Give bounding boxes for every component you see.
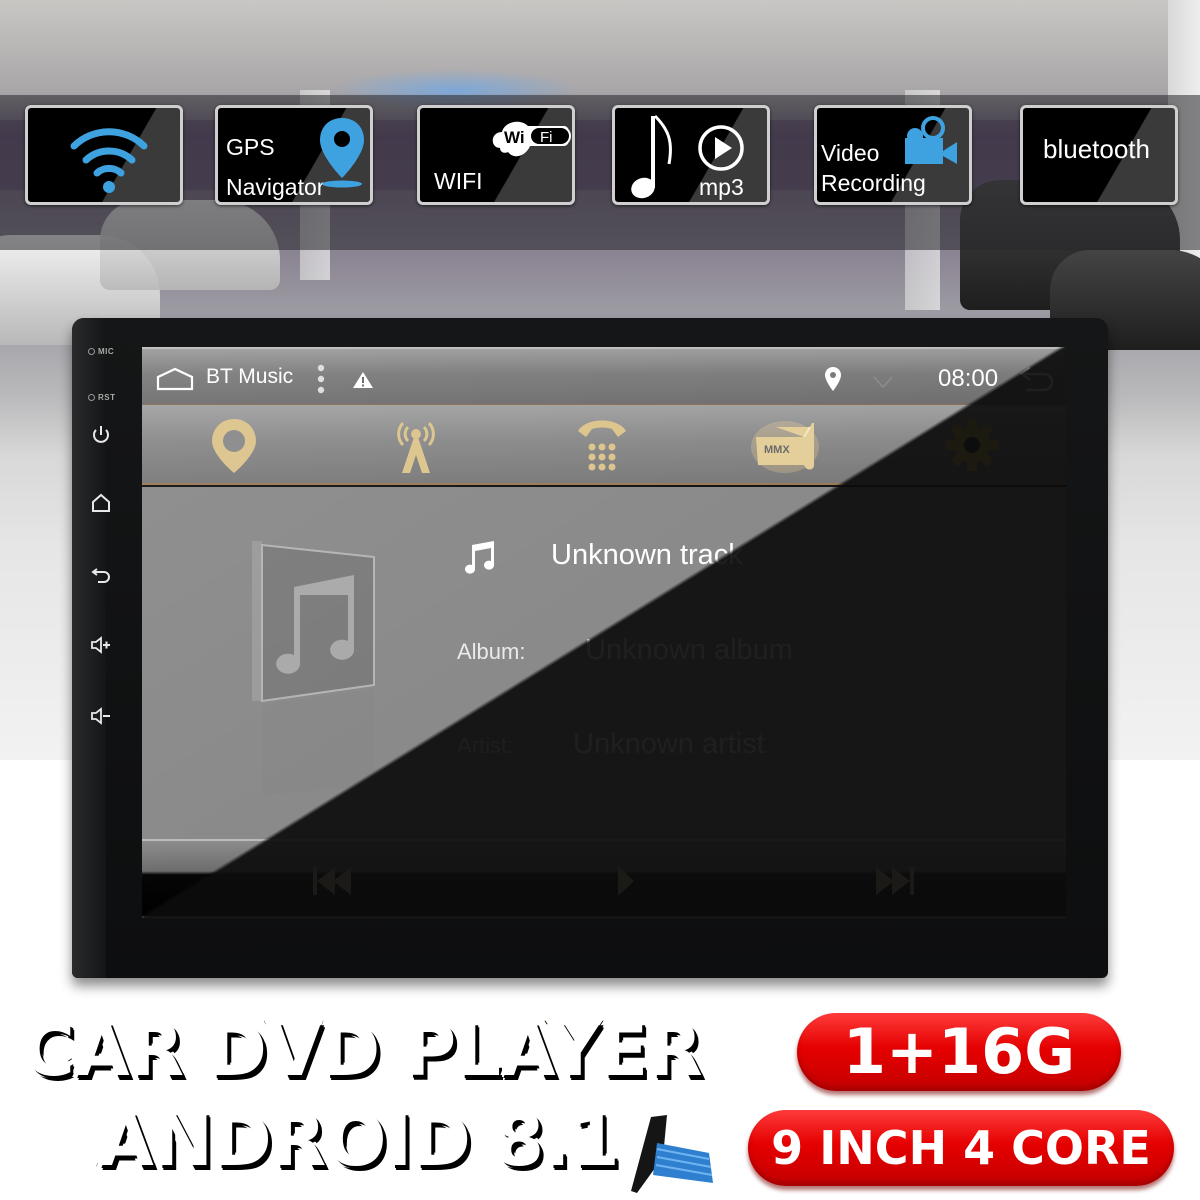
skip-next-icon[interactable] [868, 863, 924, 899]
wifi-badge-wi: Wi [504, 128, 525, 147]
tile-video-recording: Video Recording [814, 105, 972, 205]
location-icon [825, 367, 841, 391]
status-bar: BT Music 08:00 [142, 347, 1066, 405]
home-icon[interactable] [90, 492, 112, 514]
gear-icon[interactable] [942, 415, 1002, 475]
tile-bluetooth: bluetooth [1020, 105, 1178, 205]
volume-up-icon[interactable] [90, 634, 112, 656]
tile-label: Recording [821, 170, 926, 196]
navigation-app-icon[interactable] [204, 415, 264, 475]
tile-wifi: Wi Fi WIFI [417, 105, 575, 205]
phone-dialpad-icon[interactable] [572, 415, 632, 475]
wifi-badge-fi: Fi [540, 129, 553, 146]
tile-label: Navigator [226, 174, 325, 200]
video-camera-icon [905, 116, 957, 164]
warning-icon[interactable] [352, 371, 374, 389]
map-pin-icon [320, 118, 364, 188]
play-circle-icon [698, 125, 744, 171]
rst-button[interactable]: RST [88, 393, 116, 402]
headline-os-version: ANDROID 8.1 [97, 1098, 622, 1182]
wifi-cloud-icon [492, 121, 571, 157]
tile-mp3: mp3 [612, 105, 770, 205]
tile-gps-navigator: GPS Navigator [215, 105, 373, 205]
more-vertical-icon[interactable] [316, 363, 326, 395]
radio-tower-icon[interactable] [386, 415, 446, 475]
track-note-icon [465, 541, 495, 574]
app-title: BT Music [206, 365, 294, 388]
touch-screen: BT Music 08:00 MMX Unknown track Album: … [142, 347, 1066, 919]
now-playing-panel: Unknown track Album: Unknown album Artis… [142, 487, 1066, 839]
headline-product: CAR DVD PLAYER [21, 1008, 705, 1092]
tile-label: mp3 [699, 174, 744, 200]
back-arrow-icon[interactable] [1018, 365, 1054, 393]
memory-spec-badge: 1+16G [797, 1013, 1121, 1091]
tile-label: bluetooth [1043, 134, 1150, 164]
artist-value: Unknown artist [573, 728, 765, 760]
folder-badge: MMX [764, 444, 790, 456]
album-art-placeholder [252, 541, 375, 795]
album-value: Unknown album [585, 634, 793, 666]
tile-label: WIFI [434, 168, 483, 194]
clock: 08:00 [938, 365, 999, 392]
mic-label: MIC [88, 347, 114, 356]
back-icon[interactable] [90, 564, 112, 586]
screen-cpu-spec-badge: 9 INCH 4 CORE [748, 1110, 1174, 1186]
play-icon[interactable] [600, 863, 656, 899]
tile-wifi-signal [25, 105, 183, 205]
tile-label: GPS [226, 134, 275, 160]
wifi-signal-icon [70, 128, 148, 193]
stereo-unit-thumbnail [631, 1115, 713, 1193]
playback-controls [142, 839, 1066, 919]
skip-previous-icon[interactable] [307, 863, 363, 899]
music-note-icon [631, 114, 672, 199]
volume-down-icon[interactable] [90, 705, 112, 727]
app-shortcut-bar: MMX [142, 405, 1066, 485]
artist-label: Artist: [457, 733, 514, 758]
file-manager-app[interactable]: MMX [750, 415, 820, 475]
track-title: Unknown track [551, 539, 743, 571]
power-icon[interactable] [90, 424, 112, 446]
tile-label: Video [821, 140, 880, 166]
signal-chevron-icon [873, 376, 893, 389]
album-label: Album: [457, 639, 526, 664]
home-outline-icon[interactable] [156, 367, 194, 391]
